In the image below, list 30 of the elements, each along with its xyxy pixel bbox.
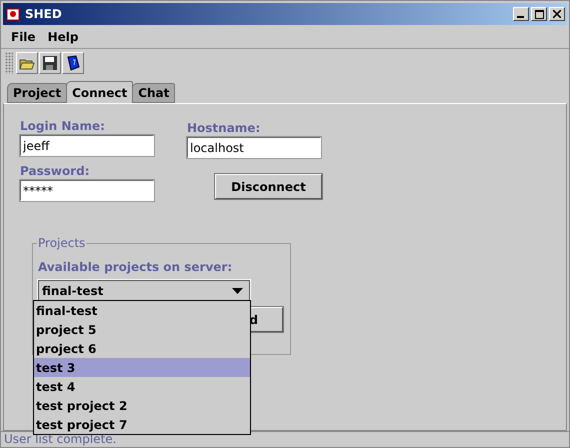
field-label: Login Name: [20,119,106,133]
open-button[interactable] [16,52,38,74]
help-button[interactable] [62,52,84,74]
password-field[interactable]: ***** [20,180,154,201]
login-name-field[interactable]: jeeff [20,135,154,156]
app-icon [5,6,21,22]
close-button[interactable] [549,7,565,21]
window-title: SHED [25,7,62,21]
field-label: Hostname: [187,121,262,135]
close-icon [553,10,561,18]
disconnect-button[interactable]: Disconnect [215,174,322,199]
status-text: User list complete. [1,431,569,447]
menu-item[interactable]: Help [42,28,84,46]
floppy-icon [42,55,58,71]
minimize-button[interactable] [513,7,529,21]
toolbar-grip[interactable] [5,52,13,74]
maximize-icon [534,10,544,18]
project-dropdown[interactable]: final-test [38,280,250,301]
menu-item[interactable]: File [5,28,42,46]
save-button[interactable] [39,52,61,74]
caret-icon [232,288,243,294]
tab[interactable]: Chat [132,83,176,103]
group-title: Projects [37,236,86,250]
field-label: Password: [20,164,90,178]
dropdown-option[interactable]: test 3 [34,358,250,377]
field-label: Available projects on server: [38,260,234,274]
book-icon [65,55,81,71]
tab[interactable]: Project [7,83,68,103]
maximize-button[interactable] [531,7,547,21]
hostname-field[interactable]: localhost [187,137,321,158]
